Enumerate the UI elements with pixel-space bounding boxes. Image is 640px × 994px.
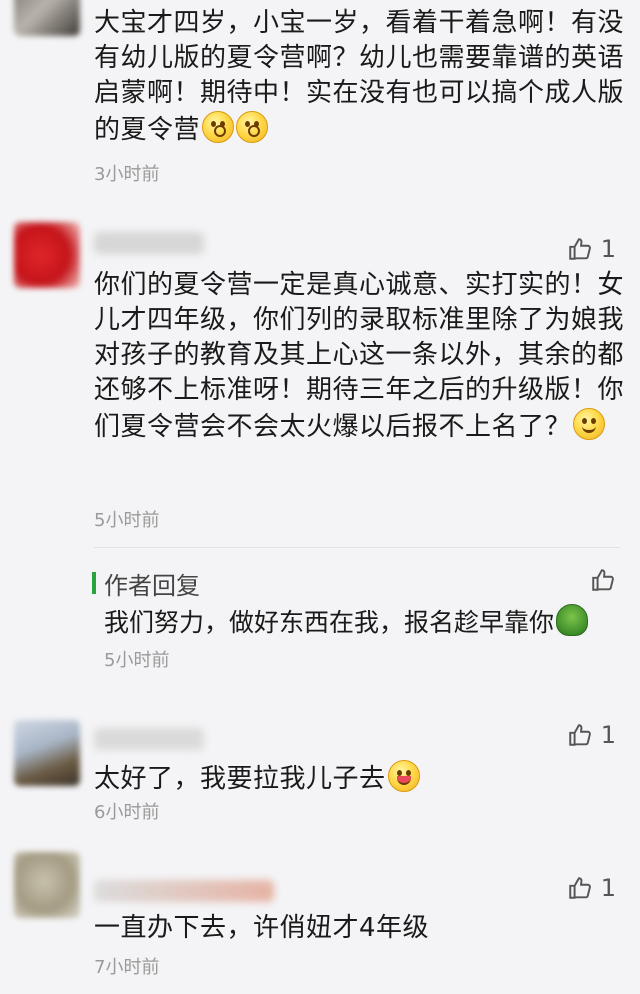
turtle-icon [556,604,589,636]
comment-text: 太好了，我要拉我儿子去 [94,760,624,797]
reply-like-button[interactable] [590,567,616,593]
reply-text: 我们努力，做好东西在我，报名趁早靠你 [104,604,589,640]
like-button[interactable]: 1 [567,721,616,749]
timestamp: 5小时前 [94,510,160,531]
thumbs-up-icon [568,877,591,899]
dizzy-face-icon [202,111,235,143]
comment-text: 你们的夏令营一定是真心诚意、实打实的！女儿才四年级，你们列的录取标准里除了为娘我… [94,270,625,442]
avatar[interactable] [14,0,80,36]
timestamp: 3小时前 [94,164,160,185]
avatar[interactable] [14,222,80,288]
user-name[interactable] [94,232,204,254]
timestamp: 7小时前 [94,957,160,978]
wink-tongue-icon [387,760,420,792]
timestamp: 6小时前 [94,802,160,823]
comment-text: 大宝才四岁，小宝一岁，看着干着急啊！有没有幼儿版的夏令营啊？幼儿也需要靠谱的英语… [94,8,625,145]
avatar[interactable] [14,720,80,786]
thumbs-up-icon [568,724,591,746]
thumbs-up-icon [592,569,614,591]
comment-text: 一直办下去，许俏妞才4年级 [94,913,430,943]
user-name[interactable] [94,880,274,902]
grin-face-icon [573,408,606,440]
reply-accent-bar [92,572,96,594]
hushed-face-icon [236,111,269,143]
like-count: 1 [600,874,616,902]
timestamp: 5小时前 [104,650,170,671]
thumbs-up-icon [568,238,591,260]
avatar[interactable] [14,852,80,918]
like-count: 1 [600,235,616,263]
user-name[interactable] [94,728,204,750]
author-reply-label: 作者回复 [104,572,200,600]
like-button[interactable]: 1 [567,235,616,263]
like-button[interactable]: 1 [567,874,616,902]
divider [94,547,620,548]
like-count: 1 [600,721,616,749]
